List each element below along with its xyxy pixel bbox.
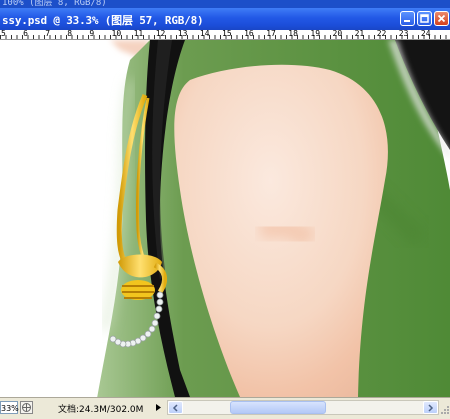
ruler-label: 15 <box>222 29 232 38</box>
scroll-right-button[interactable] <box>423 401 438 414</box>
close-icon <box>437 14 446 23</box>
ruler-label: 18 <box>288 29 298 38</box>
ruler-label: 23 <box>398 29 409 38</box>
background-window-title: 100% (图层 8, RGB/8) <box>0 0 450 8</box>
ruler-label: 5 <box>1 29 6 38</box>
navigator-icon[interactable] <box>20 401 33 414</box>
zoom-field[interactable]: 33% <box>0 401 19 414</box>
ruler-label: 24 <box>420 29 431 38</box>
ruler-label: 7 <box>45 29 51 38</box>
ruler-label: 10 <box>111 29 122 38</box>
status-menu-arrow-icon[interactable] <box>153 401 164 414</box>
document-size-info: 文档:24.3M/302.0M <box>58 405 144 415</box>
restore-button[interactable] <box>417 11 432 26</box>
globe-icon <box>22 403 31 412</box>
ruler-label: 22 <box>376 29 387 38</box>
scroll-thumb[interactable] <box>230 401 326 414</box>
close-button[interactable] <box>434 11 449 26</box>
ruler-label: 11 <box>133 29 144 38</box>
document-canvas[interactable] <box>0 40 450 397</box>
horizontal-scrollbar[interactable] <box>167 400 439 415</box>
artwork-image <box>97 40 450 397</box>
ruler-label: 14 <box>199 29 210 38</box>
ruler-label: 17 <box>266 29 276 38</box>
minimize-icon <box>404 20 410 22</box>
horizontal-ruler: 5 6 7 8 9 10 11 12 13 14 15 16 17 18 19 20 21 22 23 24 <box>0 29 450 40</box>
ruler-label: 8 <box>67 29 73 38</box>
chevron-right-icon <box>428 404 434 412</box>
minimize-button[interactable] <box>400 11 415 26</box>
ruler-label: 21 <box>354 29 365 38</box>
resize-grip-icon[interactable] <box>440 401 450 416</box>
ruler-label: 12 <box>155 29 166 38</box>
ruler-label: 13 <box>177 29 188 38</box>
ruler-label: 6 <box>23 29 28 38</box>
ruler-label: 9 <box>89 29 95 38</box>
restore-icon <box>420 14 429 23</box>
document-title: ssy.psd @ 33.3% (图层 57, RGB/8) <box>2 14 204 27</box>
background-window-title-text: 100% (图层 8, RGB/8) <box>2 0 107 8</box>
ruler-label: 19 <box>310 29 321 38</box>
ruler-label: 16 <box>244 29 254 38</box>
scroll-left-button[interactable] <box>168 401 183 414</box>
status-bar: 33% 文档:24.3M/302.0M <box>0 397 450 419</box>
chevron-left-icon <box>172 404 178 412</box>
ruler-label: 20 <box>332 29 343 38</box>
document-title-bar[interactable]: ssy.psd @ 33.3% (图层 57, RGB/8) <box>0 8 450 30</box>
